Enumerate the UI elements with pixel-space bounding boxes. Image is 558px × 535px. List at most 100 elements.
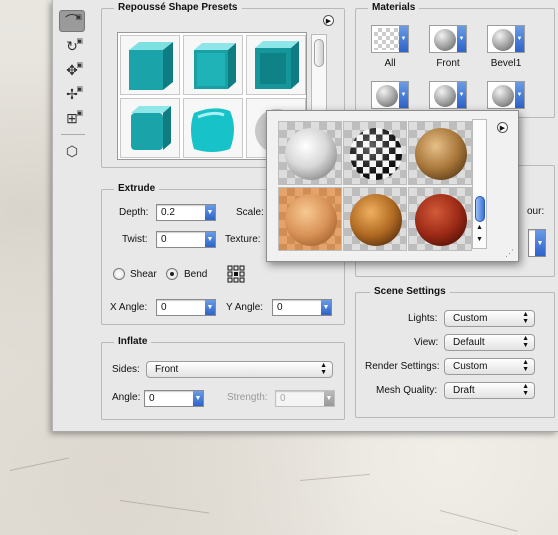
material-swatch-brown-stone[interactable] [408, 121, 472, 185]
material-label-bevel1: Bevel1 [490, 58, 522, 69]
bevel-cube-preset[interactable] [183, 35, 243, 95]
mesh-tool-icon[interactable]: ⊞ ▣ [59, 107, 85, 129]
render-settings-value: Custom [453, 361, 488, 372]
view-label: View: [414, 337, 439, 348]
x-angle-value: 0 [161, 302, 167, 313]
angle-field[interactable]: 0 ▼ [144, 390, 204, 407]
move-tool-icon[interactable]: ✥ ▣ [59, 59, 85, 81]
scroll-up-icon[interactable]: ▲ [476, 224, 483, 231]
lights-value: Custom [453, 313, 488, 324]
shear-radio[interactable] [113, 268, 125, 280]
strength-value: 0 [280, 393, 286, 404]
scene-settings-group: Scene Settings Lights: Custom ▲ ▼ View: De… [355, 286, 555, 418]
wood-sphere-icon [285, 194, 337, 246]
y-angle-value: 0 [277, 302, 283, 313]
material-sphere-icon [376, 85, 398, 107]
y-angle-field[interactable]: 0 ▼ [272, 299, 332, 316]
material-slot-row2-1[interactable]: ▼ [371, 81, 409, 109]
presets-menu-icon[interactable]: ▶ [323, 15, 334, 26]
twist-value: 0 [161, 234, 167, 245]
material-sphere-icon [492, 85, 514, 107]
view-dropdown[interactable]: Default ▲ ▼ [444, 334, 535, 351]
render-settings-dropdown[interactable]: Custom ▲ ▼ [444, 358, 535, 375]
material-swatch-white-marble[interactable] [278, 121, 342, 185]
strength-field: 0 ▼ [275, 390, 335, 407]
marble-sphere-icon [285, 128, 337, 180]
picker-scroll-thumb[interactable] [475, 196, 485, 222]
mesh-quality-dropdown[interactable]: Draft ▲ ▼ [444, 382, 535, 399]
material-swatch-orange-wood[interactable] [278, 187, 342, 251]
y-angle-label: Y Angle: [226, 302, 264, 313]
scale-tool-icon[interactable]: ✢ ▣ [59, 83, 85, 105]
material-slot-front[interactable]: ▼ [429, 25, 467, 53]
material-slot-all[interactable]: ▼ [371, 25, 409, 53]
depth-label: Depth: [119, 207, 149, 218]
chevron-down-icon[interactable]: ▼ [321, 300, 331, 315]
render-settings-label: Render Settings: [365, 361, 440, 372]
angle-value: 0 [149, 393, 155, 404]
inset-cube-preset[interactable] [246, 35, 306, 95]
sides-value: Front [155, 364, 179, 375]
material-slot-row2-3[interactable]: ▼ [487, 81, 525, 109]
presets-scroll-thumb[interactable] [314, 39, 324, 67]
strength-label: Strength: [227, 392, 268, 403]
resize-grip-icon[interactable]: ⋰ [505, 248, 514, 259]
chevron-down-icon[interactable]: ▼ [399, 26, 408, 52]
chevron-down-icon: ▼ [324, 391, 334, 406]
stone-sphere-icon [415, 128, 467, 180]
rotate-tool-icon[interactable]: ↻ ▣ [59, 35, 85, 57]
rock-sphere-icon [350, 194, 402, 246]
depth-value: 0.2 [161, 207, 175, 218]
material-slot-bevel1[interactable]: ▼ [487, 25, 525, 53]
sides-dropdown[interactable]: Front ▲ ▼ [146, 361, 333, 378]
bend-radio[interactable] [166, 268, 178, 280]
shape-tool-icon[interactable]: ⌒ ▣ [59, 10, 85, 32]
color-label-partial: our: [527, 206, 545, 217]
material-sphere-icon [434, 85, 456, 107]
scene-settings-title: Scene Settings [370, 286, 450, 297]
chevron-down-icon[interactable]: ▼ [515, 82, 524, 108]
bend-label: Bend [184, 269, 208, 280]
chevron-down-icon[interactable]: ▼ [205, 205, 215, 220]
twist-label: Twist: [122, 234, 148, 245]
chevron-down-icon[interactable]: ▼ [399, 82, 408, 108]
material-swatch-red-glossy[interactable] [408, 187, 472, 251]
pillow-preset[interactable] [183, 98, 243, 158]
chevron-down-icon[interactable]: ▼ [457, 26, 466, 52]
scroll-down-icon[interactable]: ▼ [476, 236, 483, 243]
twist-field[interactable]: 0 ▼ [156, 231, 216, 248]
checker-sphere-icon [350, 128, 402, 180]
chevron-down-icon[interactable]: ▼ [193, 391, 203, 406]
texture-label: Texture: [225, 234, 261, 245]
reference-point-grid-icon[interactable] [227, 265, 245, 283]
color-swatch-dropdown[interactable]: ▼ [528, 229, 546, 257]
chevron-updown-icon: ▲ ▼ [522, 359, 529, 373]
inflate-title: Inflate [114, 336, 152, 347]
picker-scrollbar[interactable]: ▲ ▼ [472, 119, 487, 249]
lights-dropdown[interactable]: Custom ▲ ▼ [444, 310, 535, 327]
picker-menu-icon[interactable]: ▶ [497, 122, 508, 133]
material-swatch-checkerboard[interactable] [343, 121, 407, 185]
cube-preset[interactable] [120, 35, 180, 95]
scale-label: Scale: [236, 207, 264, 218]
presets-title: Repoussé Shape Presets [114, 2, 242, 13]
x-angle-field[interactable]: 0 ▼ [156, 299, 216, 316]
extrude-title: Extrude [114, 183, 160, 194]
chevron-down-icon[interactable]: ▼ [515, 26, 524, 52]
transparent-swatch [374, 28, 399, 50]
material-swatch-golden-rock[interactable] [343, 187, 407, 251]
lights-label: Lights: [408, 313, 438, 324]
material-label-front: Front [436, 58, 460, 69]
material-picker-popup: ▲ ▼ ▶ ⋰ [266, 110, 519, 262]
tool-divider [61, 134, 85, 135]
sides-label: Sides: [112, 364, 140, 375]
material-slot-row2-2[interactable]: ▼ [429, 81, 467, 109]
rounded-cube-preset[interactable] [120, 98, 180, 158]
chevron-down-icon[interactable]: ▼ [205, 232, 215, 247]
materials-group: Materials ▼ All ▼ Front ▼ Bevel1 ▼ ▼ ▼ [355, 2, 555, 118]
camera-tool-icon[interactable]: ⬡ [59, 140, 85, 162]
chevron-updown-icon: ▲ ▼ [522, 311, 529, 325]
depth-field[interactable]: 0.2 ▼ [156, 204, 216, 221]
chevron-down-icon[interactable]: ▼ [205, 300, 215, 315]
chevron-down-icon[interactable]: ▼ [457, 82, 466, 108]
